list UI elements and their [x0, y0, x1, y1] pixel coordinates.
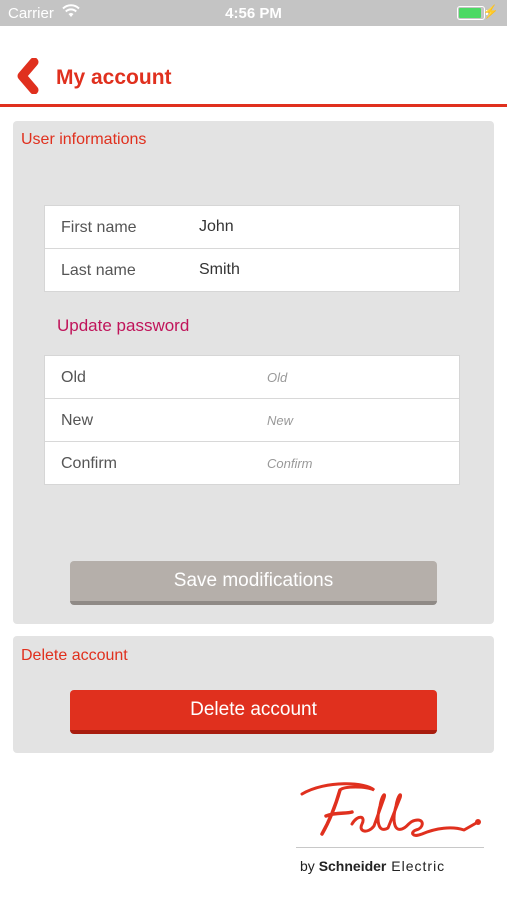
page-title: My account [56, 66, 172, 89]
battery-icon [457, 6, 488, 20]
battery-fill [459, 8, 481, 18]
confirm-password-row[interactable]: Confirm Confirm [45, 442, 459, 484]
logo-divider [296, 847, 484, 848]
tagline-brand: Schneider [318, 858, 387, 874]
header-divider [0, 104, 507, 107]
confirm-password-field[interactable]: Confirm [267, 456, 313, 471]
last-name-row[interactable]: Last name Smith [45, 249, 459, 291]
last-name-label: Last name [61, 262, 136, 279]
name-fields-group: First name John Last name Smith [44, 205, 460, 292]
delete-account-panel: Delete account Delete account [13, 636, 494, 753]
nav-bar: My account [0, 26, 507, 107]
first-name-label: First name [61, 219, 137, 236]
charging-icon: ⚡ [482, 4, 499, 19]
new-password-field[interactable]: New [267, 413, 293, 428]
new-password-label: New [61, 412, 94, 429]
feller-script-logo [300, 782, 481, 837]
old-password-label: Old [61, 369, 86, 386]
status-bar: Carrier 4:56 PM ⚡ [0, 0, 507, 26]
first-name-row[interactable]: First name John [45, 206, 459, 249]
old-password-field[interactable]: Old [267, 370, 287, 385]
new-password-row[interactable]: New New [45, 399, 459, 442]
password-fields-group: Old Old New New Confirm Confirm [44, 355, 460, 485]
user-info-title: User informations [21, 131, 147, 148]
tagline-prefix: by [300, 858, 319, 874]
delete-account-title: Delete account [21, 647, 128, 664]
back-chevron-icon[interactable] [14, 57, 42, 99]
user-info-panel: User informations First name John Last n… [13, 121, 494, 624]
clock: 4:56 PM [225, 5, 282, 22]
old-password-row[interactable]: Old Old [45, 356, 459, 399]
brand-tagline: by Schneider Electric [300, 858, 445, 874]
save-modifications-button[interactable]: Save modifications [70, 561, 437, 605]
first-name-field[interactable]: John [199, 218, 234, 236]
tagline-suffix: Electric [386, 858, 446, 874]
last-name-field[interactable]: Smith [199, 261, 240, 279]
update-password-title: Update password [57, 316, 190, 335]
feller-logo: by Schneider Electric [296, 776, 486, 874]
confirm-password-label: Confirm [61, 455, 118, 472]
delete-account-button[interactable]: Delete account [70, 690, 437, 734]
